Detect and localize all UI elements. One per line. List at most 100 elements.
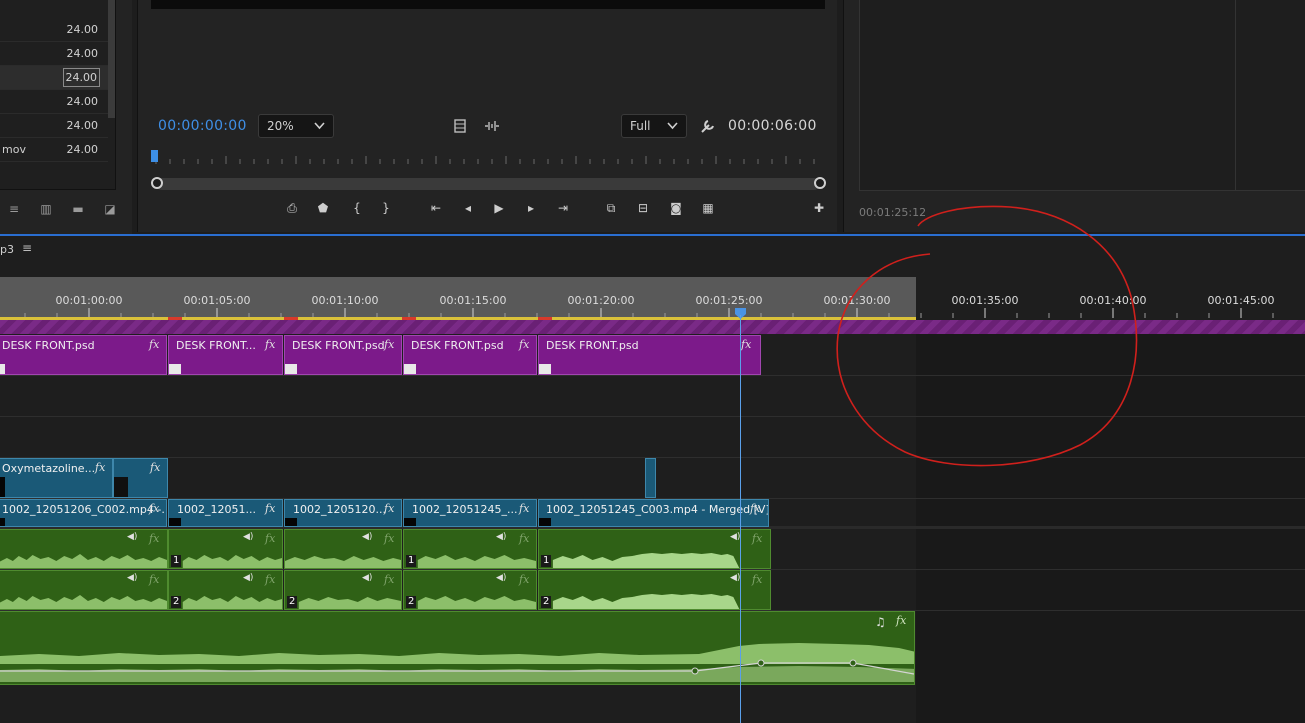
fx-badge[interactable]: fx [384,573,394,586]
insert-icon[interactable]: ⎙ [283,200,301,216]
fx-badge[interactable]: fx [149,573,159,586]
resolution-dropdown[interactable]: Full [621,114,687,138]
graphic-clip[interactable]: DESK FRONT... fx [168,335,283,375]
graphic-clip[interactable]: DESK FRONT.psd fx [403,335,537,375]
list-item[interactable]: mov 24.00 [0,138,108,162]
fx-badge[interactable]: fx [265,338,275,351]
audio-clip[interactable]: ◀) fx 2 [403,570,537,610]
wrench-icon[interactable] [699,118,717,134]
speaker-icon: ◀) [730,573,741,583]
video-clip[interactable]: 1002_12051206_C002.mp4 -... fx [0,499,167,527]
sequence-tab[interactable]: p3 [0,243,14,256]
icon-view-icon[interactable]: ▥ [38,201,54,217]
clip-thumbnail [0,364,5,374]
add-button-icon[interactable]: ✚ [810,200,828,216]
fx-badge[interactable]: fx [149,502,159,515]
scrollbar-left-handle[interactable] [151,177,163,189]
source-monitor: 00:00:00:00 20% Full 00:00:06:00 ⎙ ⬟ { }… [137,0,837,232]
fx-badge[interactable]: fx [741,338,751,351]
audio-waveform [285,556,401,568]
audio-clip[interactable]: ◀) fx 2 [538,570,771,610]
graphic-clip[interactable]: DESK FRONT.psd fx [0,335,167,375]
audio-clip[interactable]: ◀) fx 2 [284,570,402,610]
video-clip[interactable]: 1002_12051245_C003.mp4 - Merged [V] fx [538,499,769,527]
drag-video-icon[interactable]: ▦ [699,200,717,216]
film-icon[interactable] [451,118,469,134]
go-to-out-icon[interactable]: ⇥ [554,200,572,216]
audio-clip[interactable]: ◀) fx 1 [168,529,283,569]
fx-badge[interactable]: fx [519,502,529,515]
audio-waveform-icon[interactable] [483,118,501,134]
scrollbar-right-handle[interactable] [814,177,826,189]
fx-badge[interactable]: fx [750,502,760,515]
go-to-in-icon[interactable]: ⇤ [427,200,445,216]
source-time-ruler[interactable] [152,150,822,164]
panel-menu-icon[interactable]: ≡ [22,241,32,255]
fx-badge[interactable]: fx [519,573,529,586]
project-scrollbar[interactable] [108,0,115,118]
audio-clip[interactable]: ◀) fx [284,529,402,569]
source-zoom-scrollbar[interactable] [156,178,820,190]
audio-clip[interactable]: ◀) fx 1 [403,529,537,569]
chevron-down-icon [314,122,325,130]
music-clip[interactable]: ♫ fx [0,611,915,685]
video-clip[interactable]: 1002_12051... fx [168,499,283,527]
mark-out-icon[interactable]: } [377,200,395,216]
list-view-icon[interactable]: ≡ [6,201,22,217]
work-area-bar[interactable] [0,320,1305,334]
zoom-dropdown[interactable]: 20% [258,114,334,138]
fx-badge[interactable]: fx [384,338,394,351]
fx-badge[interactable]: fx [149,532,159,545]
clip-thumbnail [169,364,181,374]
marker-icon[interactable]: ⬟ [314,200,332,216]
list-item[interactable]: 24.00 [0,18,108,42]
fx-badge[interactable]: fx [384,532,394,545]
list-item[interactable]: 24.00 [0,114,108,138]
video-clip[interactable]: 1002_12051245_... fx [403,499,537,527]
overwrite-icon[interactable]: ⊟ [634,200,652,216]
camera-icon[interactable]: ◙ [667,200,685,216]
frame-rate: 24.00 [66,47,99,60]
clip-thumbnail [539,518,551,526]
insert-clip-icon[interactable]: ⧉ [602,200,620,216]
play-icon[interactable]: ▶ [490,200,508,216]
program-timecode[interactable]: 00:01:25:12 [859,206,926,219]
list-item[interactable]: 24.00 [0,90,108,114]
list-item[interactable]: 24.00 [0,42,108,66]
fx-badge[interactable]: fx [95,461,105,474]
source-timecode[interactable]: 00:00:00:00 [158,118,247,134]
new-item-icon[interactable]: ◪ [102,201,118,217]
new-bin-icon[interactable]: ▬ [70,201,86,217]
graphic-clip[interactable]: DESK FRONT.psd fx [284,335,402,375]
panel-divider [1235,0,1236,191]
mark-in-icon[interactable]: { [348,200,366,216]
frame-rate-field[interactable]: 24.00 [62,68,100,87]
fx-badge[interactable]: fx [265,502,275,515]
fx-badge[interactable]: fx [519,532,529,545]
audio-clip[interactable]: ◀) fx [0,570,168,610]
fx-badge[interactable]: fx [384,502,394,515]
fx-badge[interactable]: fx [752,532,762,545]
audio-clip[interactable]: ◀) fx 1 [538,529,771,569]
video-clip[interactable]: Oxymetazoline... fx [0,458,113,498]
video-clip[interactable]: fx [113,458,168,498]
fx-badge[interactable]: fx [150,461,160,474]
ruler-label: 00:01:25:00 [695,294,763,307]
fx-badge[interactable]: fx [149,338,159,351]
step-forward-icon[interactable]: ▸ [522,200,540,216]
step-back-icon[interactable]: ◂ [459,200,477,216]
audio-clip[interactable]: ◀) fx [0,529,168,569]
audio-clip[interactable]: ◀) fx 2 [168,570,283,610]
fx-badge[interactable]: fx [519,338,529,351]
fx-badge[interactable]: fx [265,573,275,586]
fx-badge[interactable]: fx [265,532,275,545]
graphic-clip[interactable]: DESK FRONT.psd fx [538,335,761,375]
ruler-label: 00:01:30:00 [823,294,891,307]
audio-waveform [0,643,914,682]
video-clip-sliver[interactable] [645,458,656,498]
list-item-selected[interactable]: 24.00 [0,66,108,90]
fx-badge[interactable]: fx [752,573,762,586]
audio-waveform [417,555,536,568]
video-clip[interactable]: 1002_1205120... fx [284,499,402,527]
source-playhead[interactable] [151,150,158,162]
